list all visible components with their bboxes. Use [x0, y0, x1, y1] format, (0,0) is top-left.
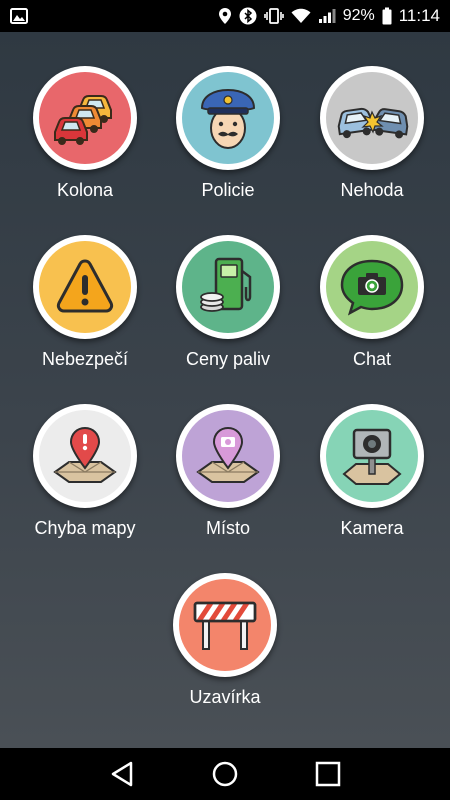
report-label: Nehoda [340, 180, 404, 200]
report-circle [33, 66, 137, 170]
report-misto-button[interactable]: Místo [158, 404, 298, 564]
status-bar: 92% 11:14 [0, 0, 450, 32]
map-error-icon [39, 410, 131, 502]
report-circle [320, 404, 424, 508]
clock: 11:14 [398, 6, 440, 25]
report-nehoda-button[interactable]: Nehoda [302, 66, 442, 226]
traffic-jam-icon [39, 72, 131, 164]
image-notification-icon [10, 7, 28, 25]
location-icon [218, 7, 232, 25]
report-circle [320, 235, 424, 339]
report-label: Chyba mapy [34, 518, 136, 538]
hazard-icon [39, 241, 131, 333]
home-icon[interactable] [205, 754, 245, 794]
wifi-icon [291, 8, 311, 24]
report-chyba-mapy-button[interactable]: Chyba mapy [15, 404, 155, 564]
report-chat-button[interactable]: Chat [302, 235, 442, 395]
report-nebezpeci-button[interactable]: Nebezpečí [15, 235, 155, 395]
report-kamera-button[interactable]: Kamera [302, 404, 442, 564]
report-circle [173, 573, 277, 677]
place-icon [182, 410, 274, 502]
report-label: Chat [352, 349, 392, 369]
bluetooth-icon [239, 7, 257, 25]
report-uzavirka-button[interactable]: Uzavírka [155, 573, 295, 733]
road-closure-icon [179, 579, 271, 671]
report-circle [33, 404, 137, 508]
report-label: Ceny paliv [185, 349, 271, 369]
police-icon [182, 72, 274, 164]
report-circle [320, 66, 424, 170]
navigation-bar [0, 748, 450, 800]
report-ceny-paliv-button[interactable]: Ceny paliv [158, 235, 298, 395]
report-kolona-button[interactable]: Kolona [15, 66, 155, 226]
report-menu: Kolona Policie Nehoda Nebezpečí Ceny pal… [0, 32, 450, 748]
report-label: Policie [201, 180, 255, 200]
report-policie-button[interactable]: Policie [158, 66, 298, 226]
battery-icon [382, 7, 392, 25]
report-label: Kolona [56, 180, 114, 200]
back-icon[interactable] [102, 754, 142, 794]
vibrate-icon [263, 7, 284, 25]
speed-camera-icon [326, 410, 418, 502]
battery-percent: 92% [342, 7, 375, 24]
fuel-price-icon [182, 241, 274, 333]
report-label: Místo [205, 518, 250, 538]
report-circle [176, 235, 280, 339]
recents-icon[interactable] [308, 754, 348, 794]
report-circle [176, 66, 280, 170]
report-circle [176, 404, 280, 508]
report-circle [33, 235, 137, 339]
chat-camera-icon [326, 241, 418, 333]
report-label: Uzavírka [189, 687, 261, 707]
report-label: Nebezpečí [41, 349, 129, 369]
signal-icon [318, 8, 336, 24]
report-label: Kamera [340, 518, 404, 538]
accident-icon [326, 72, 418, 164]
